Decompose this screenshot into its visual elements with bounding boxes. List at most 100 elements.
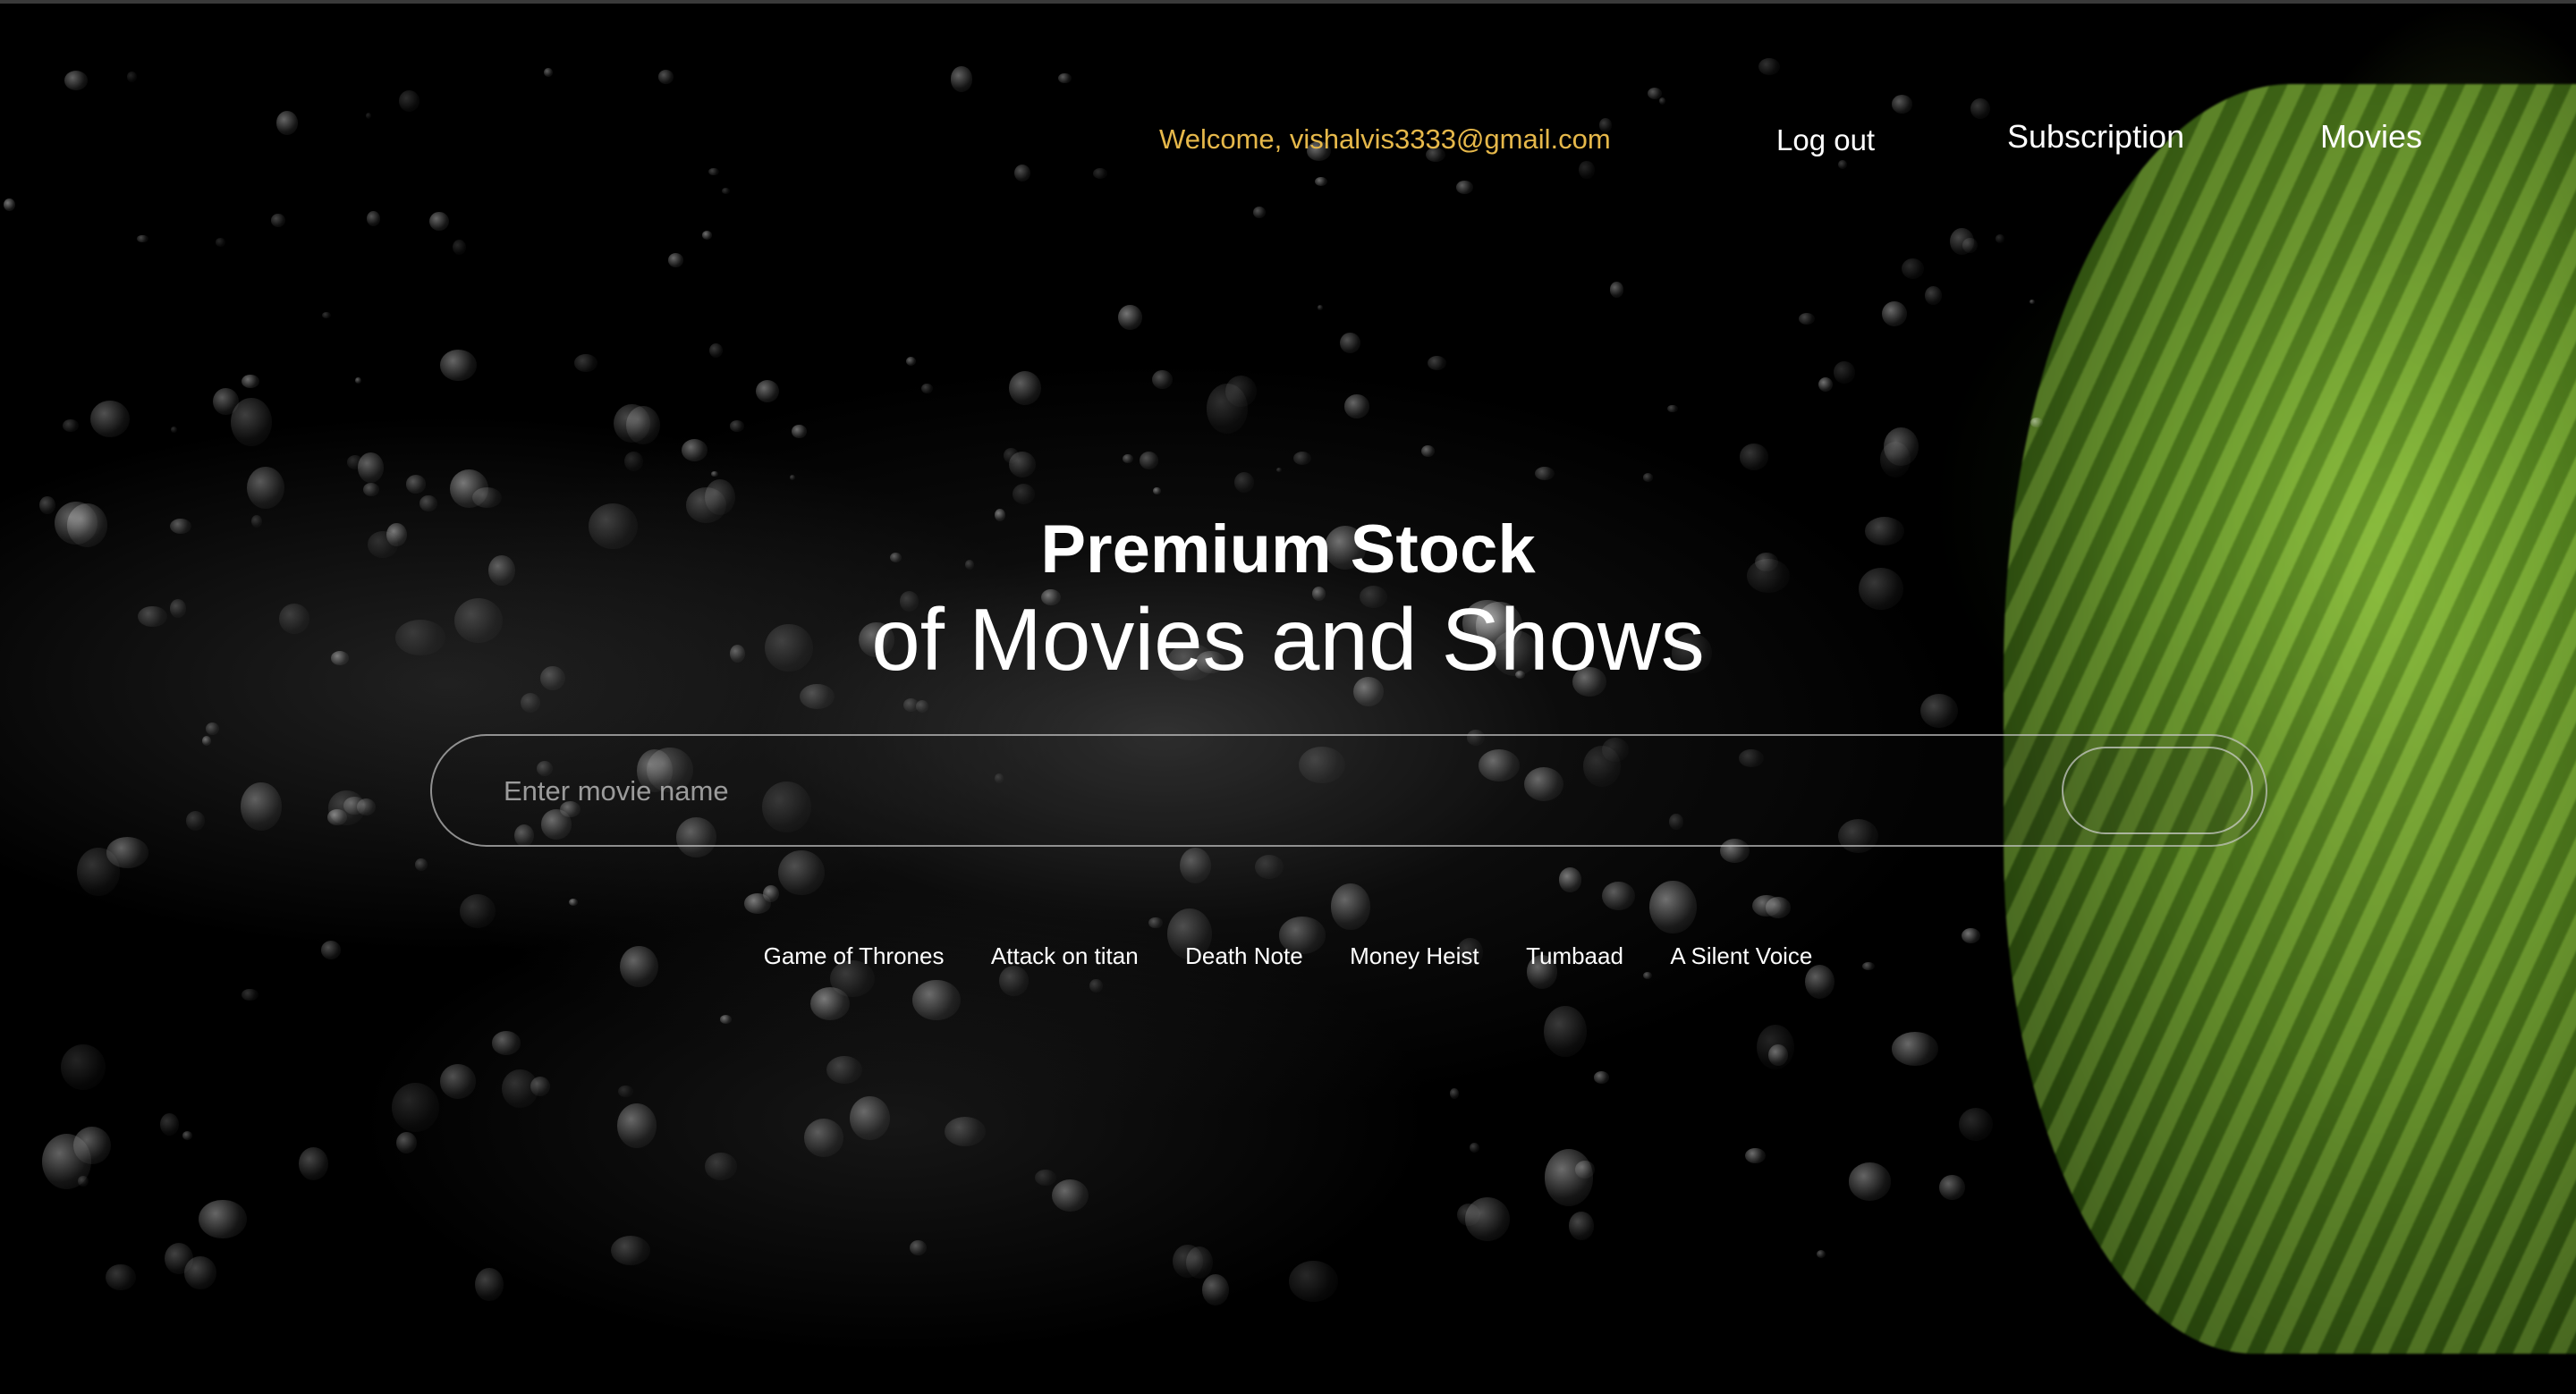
- bubble-decoration: [231, 398, 272, 447]
- bubble-decoration: [902, 698, 919, 712]
- bubble-decoration: [826, 1055, 862, 1084]
- bubble-decoration: [1739, 444, 1769, 471]
- bubble-decoration: [1834, 361, 1856, 384]
- top-nav: Welcome, vishalvis3333@gmail.com Log out…: [0, 118, 2576, 172]
- bubble-decoration: [429, 211, 449, 231]
- bubble-decoration: [475, 1268, 504, 1302]
- bubble-decoration: [568, 898, 579, 906]
- bubble-decoration: [1052, 1179, 1089, 1212]
- bubble-decoration: [1666, 404, 1678, 413]
- bubble-decoration: [1118, 304, 1142, 331]
- bubble-decoration: [298, 1147, 329, 1180]
- bubble-decoration: [1816, 1249, 1826, 1259]
- hero-subtitle: of Movies and Shows: [871, 590, 1705, 689]
- bubble-decoration: [701, 231, 713, 240]
- bubble-decoration: [106, 837, 149, 868]
- bubble-decoration: [160, 1113, 180, 1136]
- bubble-decoration: [1535, 466, 1555, 480]
- bubble-decoration: [73, 1127, 111, 1165]
- bubble-decoration: [705, 1153, 738, 1181]
- bubble-decoration: [950, 65, 973, 92]
- bubble-decoration: [216, 238, 226, 248]
- bubble-decoration: [1292, 451, 1311, 465]
- bubble-decoration: [1173, 1244, 1203, 1278]
- bubble-decoration: [439, 1064, 477, 1099]
- page: Welcome, vishalvis3333@gmail.com Log out…: [0, 0, 2576, 1394]
- suggestion-link[interactable]: Tumbaad: [1526, 942, 1623, 970]
- bubble-decoration: [405, 475, 427, 494]
- bubble-decoration: [1089, 978, 1103, 993]
- bubble-decoration: [126, 71, 137, 83]
- bubble-decoration: [1449, 1087, 1460, 1099]
- bubble-decoration: [1902, 258, 1925, 279]
- search-input[interactable]: [502, 761, 1668, 822]
- bubble-decoration: [1058, 72, 1072, 84]
- bubble-decoration: [1344, 394, 1369, 418]
- suggestion-link[interactable]: Money Heist: [1350, 942, 1479, 970]
- bubble-decoration: [1970, 97, 1990, 120]
- bubble-decoration: [1427, 356, 1447, 371]
- bubble-decoration: [1594, 1071, 1609, 1084]
- bubble-decoration: [471, 486, 503, 509]
- bubble-decoration: [64, 71, 89, 91]
- bubble-decoration: [1009, 370, 1042, 405]
- bubble-decoration: [77, 1175, 89, 1187]
- bubble-decoration: [668, 253, 684, 267]
- hero: Premium Stock of Movies and Shows: [0, 510, 2576, 689]
- logout-link[interactable]: Log out: [1776, 123, 1875, 157]
- suggestion-link[interactable]: Game of Thrones: [764, 942, 945, 970]
- bubble-decoration: [708, 343, 723, 359]
- bubble-decoration: [1648, 880, 1697, 934]
- bubble-decoration: [999, 966, 1030, 996]
- bubble-decoration: [367, 211, 381, 227]
- bubble-decoration: [199, 1199, 247, 1239]
- bubble-decoration: [912, 979, 961, 1021]
- bubble-decoration: [1752, 894, 1781, 917]
- suggestion-link[interactable]: Death Note: [1185, 942, 1303, 970]
- bubble-decoration: [849, 1095, 890, 1141]
- bubble-decoration: [1609, 282, 1624, 299]
- bubble-decoration: [1848, 1162, 1892, 1201]
- bubble-decoration: [1340, 333, 1360, 354]
- suggestion-link[interactable]: Attack on titan: [991, 942, 1139, 970]
- bubble-decoration: [170, 426, 178, 433]
- bubble-decoration: [1148, 917, 1163, 929]
- bubble-decoration: [1253, 206, 1266, 218]
- bubble-decoration: [502, 1069, 538, 1108]
- bubble-decoration: [1962, 237, 1978, 254]
- bubble-decoration: [415, 858, 428, 872]
- bubble-decoration: [1996, 234, 2005, 243]
- bubble-decoration: [1289, 1260, 1339, 1302]
- bubble-decoration: [920, 383, 933, 393]
- bubble-decoration: [355, 376, 361, 384]
- bubble-decoration: [1544, 1005, 1588, 1057]
- search-button[interactable]: [2062, 747, 2253, 834]
- bubble-decoration: [1881, 300, 1907, 326]
- suggestion-link[interactable]: A Silent Voice: [1670, 942, 1812, 970]
- subscription-link[interactable]: Subscription: [2007, 118, 2184, 156]
- bubble-decoration: [1224, 375, 1257, 407]
- movies-link[interactable]: Movies: [2320, 118, 2422, 156]
- bubble-decoration: [2029, 417, 2043, 427]
- bubble-decoration: [1642, 971, 1652, 979]
- bubble-decoration: [201, 736, 212, 746]
- bubble-decoration: [1315, 176, 1328, 187]
- bubble-decoration: [1745, 1147, 1767, 1164]
- welcome-text: Welcome, vishalvis3333@gmail.com: [1159, 123, 1611, 155]
- bubble-decoration: [459, 893, 496, 928]
- bubble-decoration: [1275, 467, 1283, 473]
- bubble-decoration: [247, 466, 284, 509]
- bubble-decoration: [242, 988, 258, 1001]
- bubble-decoration: [241, 781, 282, 831]
- bubble-decoration: [910, 1240, 927, 1256]
- bubble-decoration: [1925, 286, 1943, 305]
- bubble-decoration: [618, 1086, 633, 1097]
- bubble-decoration: [1179, 848, 1211, 884]
- bubble-decoration: [357, 452, 384, 483]
- bubble-decoration: [1880, 441, 1911, 478]
- bubble-decoration: [1758, 57, 1780, 76]
- bubble-decoration: [391, 1083, 439, 1133]
- bubble-decoration: [1558, 867, 1582, 892]
- bubble-decoration: [1959, 1108, 1994, 1142]
- bubble-decoration: [164, 1242, 193, 1275]
